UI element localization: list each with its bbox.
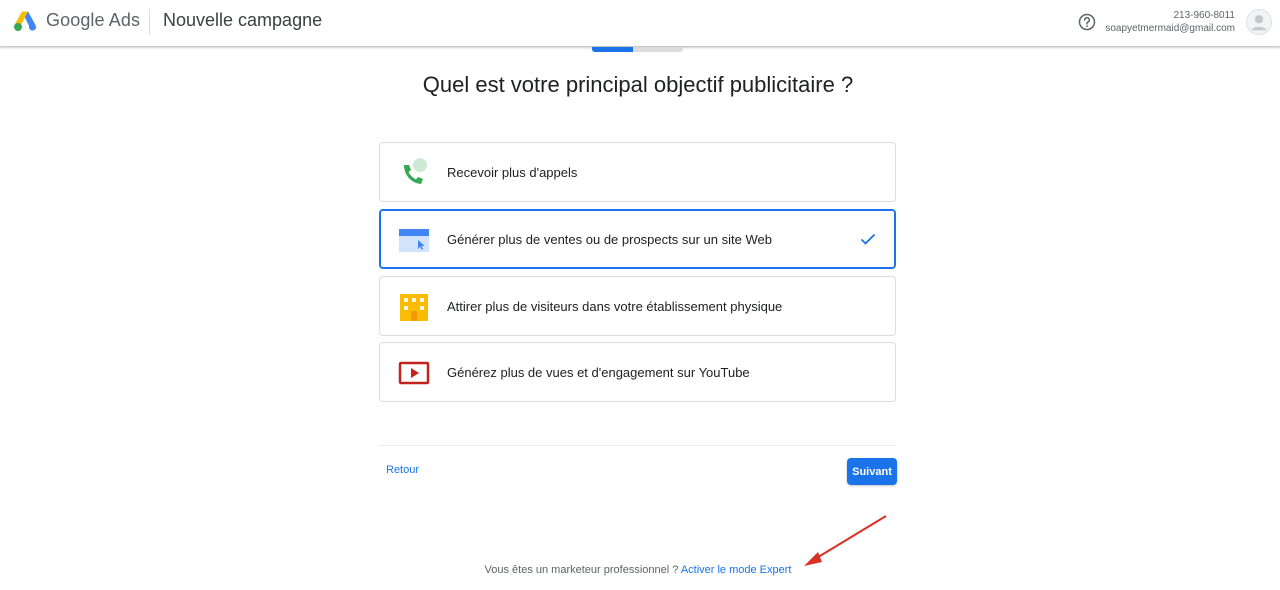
footer-divider	[379, 445, 896, 446]
phone-call-icon	[404, 158, 427, 184]
option-label: Attirer plus de visiteurs dans votre éta…	[447, 299, 783, 314]
annotation-arrow-icon	[804, 515, 887, 566]
header-divider	[149, 9, 150, 35]
expert-prompt: Vous êtes un marketeur professionnel ?	[484, 564, 679, 576]
brand-name: Google Ads	[46, 10, 141, 30]
option-label: Recevoir plus d'appels	[447, 165, 578, 180]
google-ads-logo-icon[interactable]	[13, 10, 37, 32]
option-calls[interactable]: Recevoir plus d'appels	[379, 142, 896, 202]
option-youtube[interactable]: Générez plus de vues et d'engagement sur…	[379, 342, 896, 402]
store-building-icon	[400, 294, 428, 321]
next-button[interactable]: Suivant	[847, 458, 897, 485]
option-label: Générer plus de ventes ou de prospects s…	[447, 232, 772, 247]
expert-mode-link[interactable]: Activer le mode Expert	[681, 564, 792, 576]
help-icon[interactable]	[1077, 12, 1097, 32]
account-info[interactable]: 213-960-8011 soapyetmermaid@gmail.com	[1105, 9, 1235, 35]
check-icon	[860, 233, 876, 245]
website-click-icon	[399, 229, 429, 252]
top-bar: Google Ads Nouvelle campagne 213-960-801…	[0, 0, 1280, 46]
progress-bar	[592, 47, 683, 52]
youtube-play-icon	[398, 361, 430, 385]
back-button[interactable]: Retour	[386, 464, 419, 476]
page-heading: Nouvelle campagne	[163, 10, 323, 30]
avatar-icon[interactable]	[1246, 9, 1272, 35]
expert-mode-line: Vous êtes un marketeur professionnel ? A…	[0, 564, 1276, 576]
option-store[interactable]: Attirer plus de visiteurs dans votre éta…	[379, 276, 896, 336]
main-question: Quel est votre principal objectif public…	[422, 72, 854, 97]
option-label: Générez plus de vues et d'engagement sur…	[447, 365, 750, 380]
progress-fill	[592, 47, 633, 52]
account-email: soapyetmermaid@gmail.com	[1105, 23, 1235, 34]
account-phone: 213-960-8011	[1173, 10, 1235, 21]
option-website[interactable]: Générer plus de ventes ou de prospects s…	[379, 209, 896, 269]
